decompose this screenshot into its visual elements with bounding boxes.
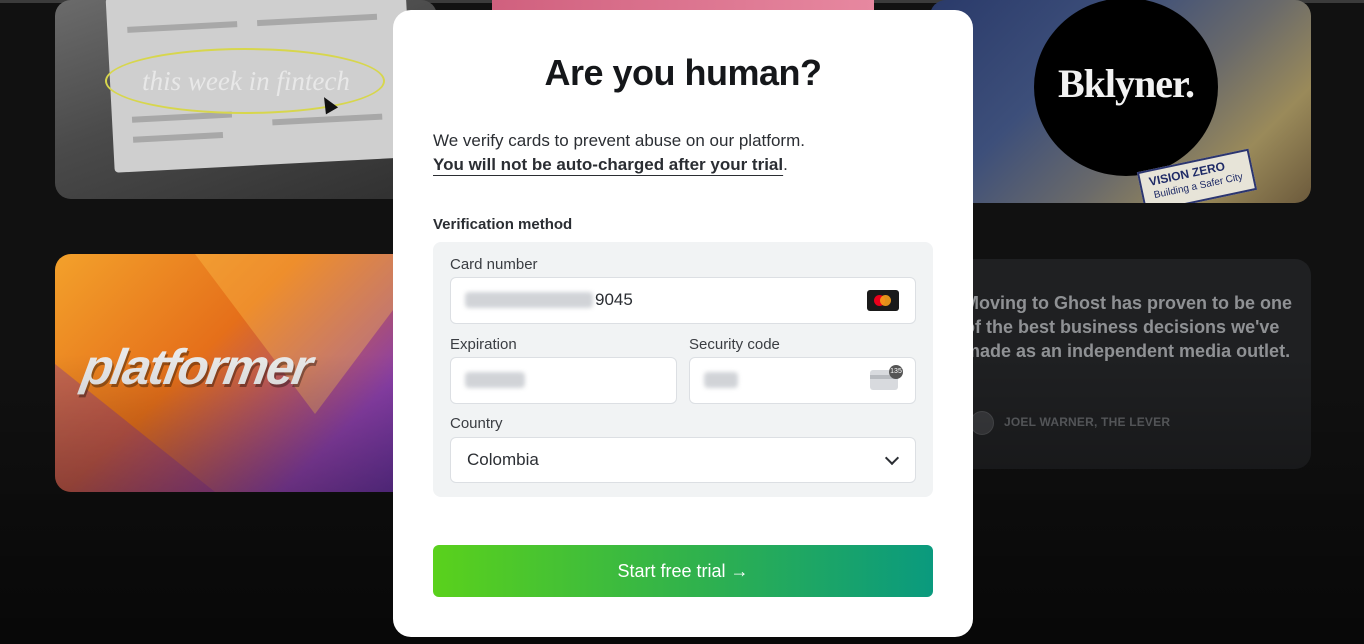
verify-explanation: We verify cards to prevent abuse on our … xyxy=(433,131,805,150)
platformer-logo: platformer xyxy=(78,339,316,395)
country-value: Colombia xyxy=(467,450,539,469)
start-free-trial-button[interactable]: Start free trial → xyxy=(433,545,933,597)
author-avatar xyxy=(970,411,994,435)
expiration-field[interactable] xyxy=(450,357,677,404)
testimonial-card: Moving to Ghost has proven to be one of … xyxy=(940,259,1311,469)
mastercard-icon xyxy=(867,290,899,311)
country-label: Country xyxy=(450,415,503,432)
masked-card-digits xyxy=(465,292,593,308)
security-code-field[interactable]: 135 xyxy=(689,357,916,404)
cvc-icon: 135 xyxy=(870,365,903,390)
card-number-field[interactable]: 9045 xyxy=(450,277,916,324)
newsletter-card-platformer[interactable]: platformer xyxy=(55,254,437,492)
no-charge-notice-period: . xyxy=(783,155,788,174)
expiration-label: Expiration xyxy=(450,336,517,353)
card-details-panel: Card number 9045 Expiration Security cod… xyxy=(433,242,933,497)
newsletter-title: this week in fintech xyxy=(142,66,350,96)
verification-modal: Are you human? We verify cards to preven… xyxy=(393,10,973,637)
masked-expiration xyxy=(465,372,525,388)
testimonial-author: JOEL WARNER, THE LEVER xyxy=(1004,415,1171,429)
newsletter-card-bklyner[interactable]: Bklyner. VISION ZERO Building a Safer Ci… xyxy=(930,0,1311,203)
bklyner-logo: Bklyner. xyxy=(1057,61,1195,106)
security-code-label: Security code xyxy=(689,336,780,353)
country-select[interactable]: Colombia xyxy=(450,437,916,483)
card-number-label: Card number xyxy=(450,256,538,273)
no-charge-notice: You will not be auto-charged after your … xyxy=(433,155,788,175)
newsletter-card-this-week-in-fintech[interactable]: this week in fintech xyxy=(55,0,437,199)
testimonial-quote: Moving to Ghost has proven to be one of … xyxy=(964,293,1293,361)
modal-title: Are you human? xyxy=(544,52,822,93)
verification-method-label: Verification method xyxy=(433,216,573,233)
no-charge-notice-strong: You will not be auto-charged after your … xyxy=(433,155,784,174)
chevron-down-icon xyxy=(884,450,900,466)
masked-security-code xyxy=(704,372,738,388)
cvc-badge: 135 xyxy=(889,365,903,379)
card-last-four: 9045 xyxy=(595,290,633,309)
